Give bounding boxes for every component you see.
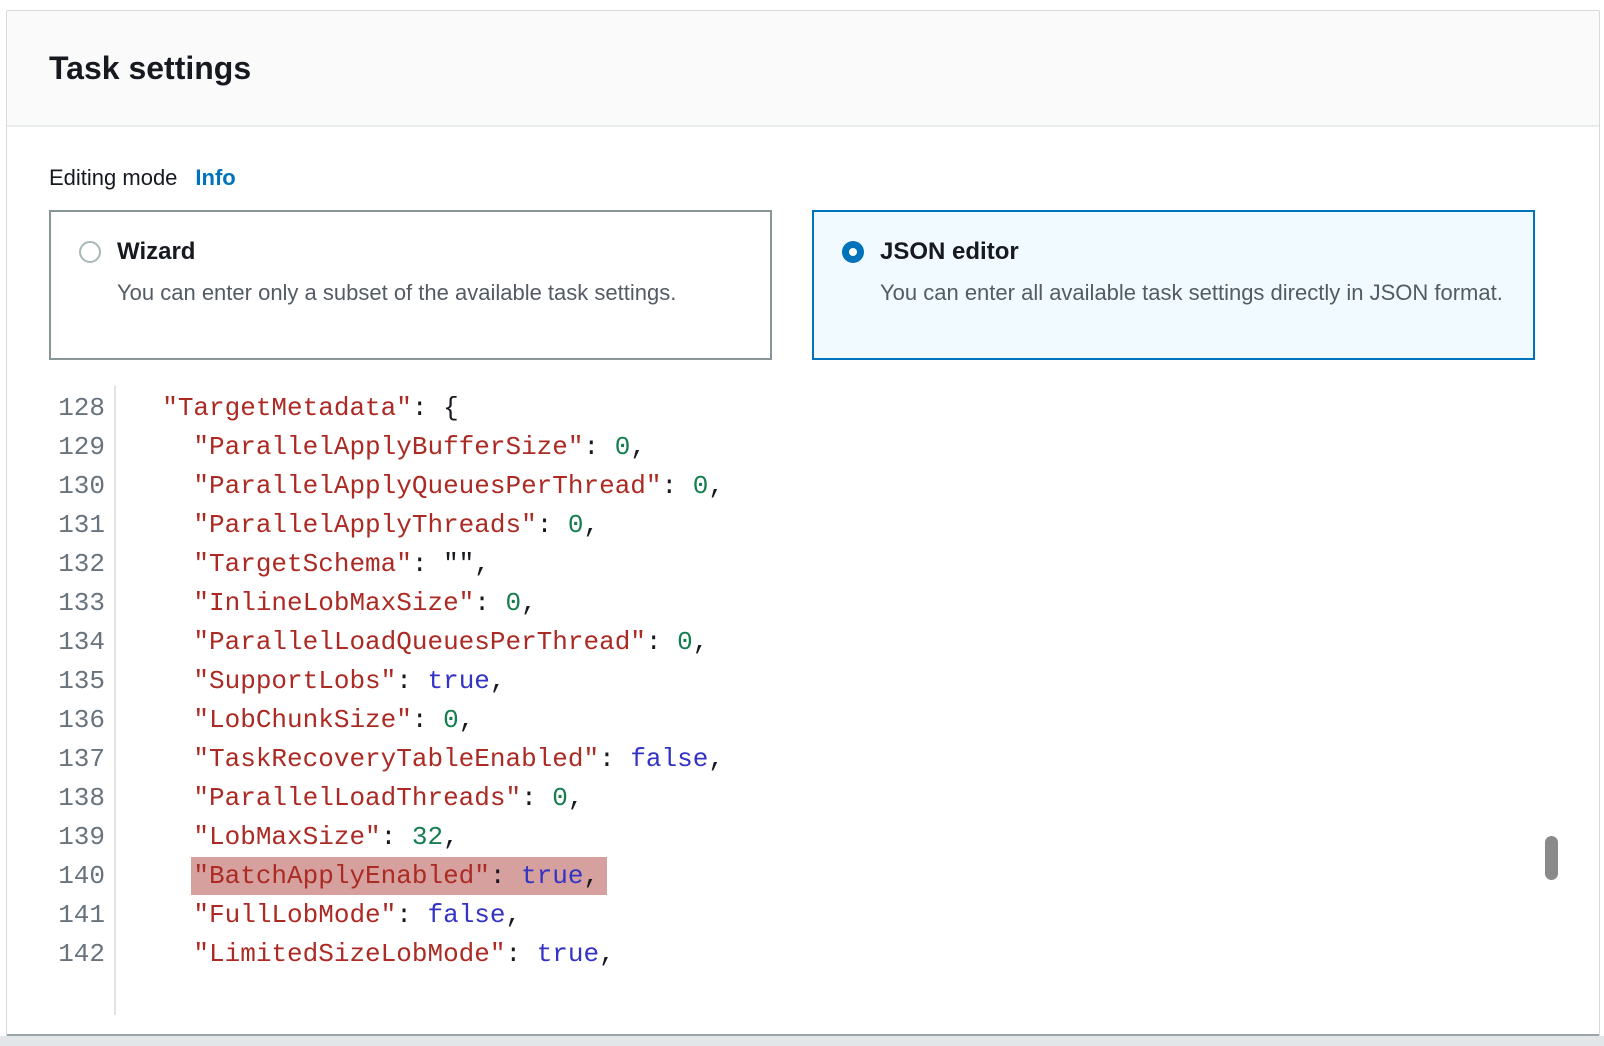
page-title: Task settings	[49, 49, 1557, 87]
code-text: "LobMaxSize": 32,	[105, 822, 459, 852]
tile-wizard-title: Wizard	[117, 236, 676, 268]
code-line[interactable]: 137 "TaskRecoveryTableEnabled": false,	[49, 739, 1557, 778]
code-line[interactable]: 132 "TargetSchema": "",	[49, 544, 1557, 583]
radio-checked-icon[interactable]	[842, 241, 864, 263]
line-number: 141	[49, 900, 105, 930]
line-number: 128	[49, 393, 105, 423]
code-text: "InlineLobMaxSize": 0,	[105, 588, 537, 618]
code-line[interactable]: 139 "LobMaxSize": 32,	[49, 817, 1557, 856]
line-number: 134	[49, 627, 105, 657]
tile-json-editor[interactable]: JSON editor You can enter all available …	[812, 210, 1535, 360]
code-text: "ParallelLoadThreads": 0,	[105, 783, 584, 813]
scrollbar-thumb[interactable]	[1545, 836, 1558, 880]
code-text: "TargetMetadata": {	[105, 393, 459, 423]
line-number: 137	[49, 744, 105, 774]
line-number: 130	[49, 471, 105, 501]
editing-mode-label: Editing mode	[49, 161, 177, 194]
panel-header: Task settings	[7, 11, 1599, 127]
code-line[interactable]: 135 "SupportLobs": true,	[49, 661, 1557, 700]
code-line[interactable]: 136 "LobChunkSize": 0,	[49, 700, 1557, 739]
line-number: 139	[49, 822, 105, 852]
tile-wizard[interactable]: Wizard You can enter only a subset of th…	[49, 210, 772, 360]
line-number: 132	[49, 549, 105, 579]
code-text: "ParallelApplyBufferSize": 0,	[105, 432, 646, 462]
code-line[interactable]: 128 "TargetMetadata": {	[49, 388, 1557, 427]
highlighted-code: "BatchApplyEnabled": true,	[191, 857, 607, 895]
bottom-strip	[0, 1036, 1604, 1046]
code-line[interactable]: 130 "ParallelApplyQueuesPerThread": 0,	[49, 466, 1557, 505]
editing-mode-tiles: Wizard You can enter only a subset of th…	[49, 210, 1557, 360]
code-line[interactable]: 140 "BatchApplyEnabled": true,	[49, 856, 1557, 895]
code-text: "TaskRecoveryTableEnabled": false,	[105, 744, 724, 774]
tile-wizard-description: You can enter only a subset of the avail…	[117, 276, 676, 310]
task-settings-panel: Task settings Editing mode Info Wizard Y…	[6, 10, 1600, 1036]
panel-body: Editing mode Info Wizard You can enter o…	[7, 127, 1599, 973]
code-line[interactable]: 129 "ParallelApplyBufferSize": 0,	[49, 427, 1557, 466]
tile-json-editor-description: You can enter all available task setting…	[880, 276, 1503, 310]
info-link[interactable]: Info	[195, 161, 235, 194]
tile-json-editor-title: JSON editor	[880, 236, 1503, 268]
line-number: 131	[49, 510, 105, 540]
code-line[interactable]: 133 "InlineLobMaxSize": 0,	[49, 583, 1557, 622]
code-text: "ParallelLoadQueuesPerThread": 0,	[105, 627, 708, 657]
code-text: "ParallelApplyThreads": 0,	[105, 510, 599, 540]
line-number: 133	[49, 588, 105, 618]
line-number: 138	[49, 783, 105, 813]
json-code-editor[interactable]: 128 "TargetMetadata": {129 "ParallelAppl…	[49, 388, 1557, 973]
line-number: 136	[49, 705, 105, 735]
code-line[interactable]: 141 "FullLobMode": false,	[49, 895, 1557, 934]
code-text: "SupportLobs": true,	[105, 666, 506, 696]
code-text: "BatchApplyEnabled": true,	[105, 861, 607, 891]
code-line[interactable]: 134 "ParallelLoadQueuesPerThread": 0,	[49, 622, 1557, 661]
tile-wizard-inner: Wizard You can enter only a subset of th…	[79, 236, 742, 310]
code-line[interactable]: 138 "ParallelLoadThreads": 0,	[49, 778, 1557, 817]
line-number: 135	[49, 666, 105, 696]
line-number: 142	[49, 939, 105, 969]
code-text: "ParallelApplyQueuesPerThread": 0,	[105, 471, 724, 501]
editing-mode-row: Editing mode Info	[49, 161, 1557, 194]
code-text: "LimitedSizeLobMode": true,	[105, 939, 615, 969]
code-text: "FullLobMode": false,	[105, 900, 521, 930]
line-number: 140	[49, 861, 105, 891]
radio-unchecked-icon[interactable]	[79, 241, 101, 263]
code-line[interactable]: 142 "LimitedSizeLobMode": true,	[49, 934, 1557, 973]
line-number: 129	[49, 432, 105, 462]
tile-json-editor-inner: JSON editor You can enter all available …	[842, 236, 1505, 310]
code-text: "TargetSchema": "",	[105, 549, 490, 579]
page: Task settings Editing mode Info Wizard Y…	[0, 0, 1604, 1046]
code-line[interactable]: 131 "ParallelApplyThreads": 0,	[49, 505, 1557, 544]
code-text: "LobChunkSize": 0,	[105, 705, 474, 735]
